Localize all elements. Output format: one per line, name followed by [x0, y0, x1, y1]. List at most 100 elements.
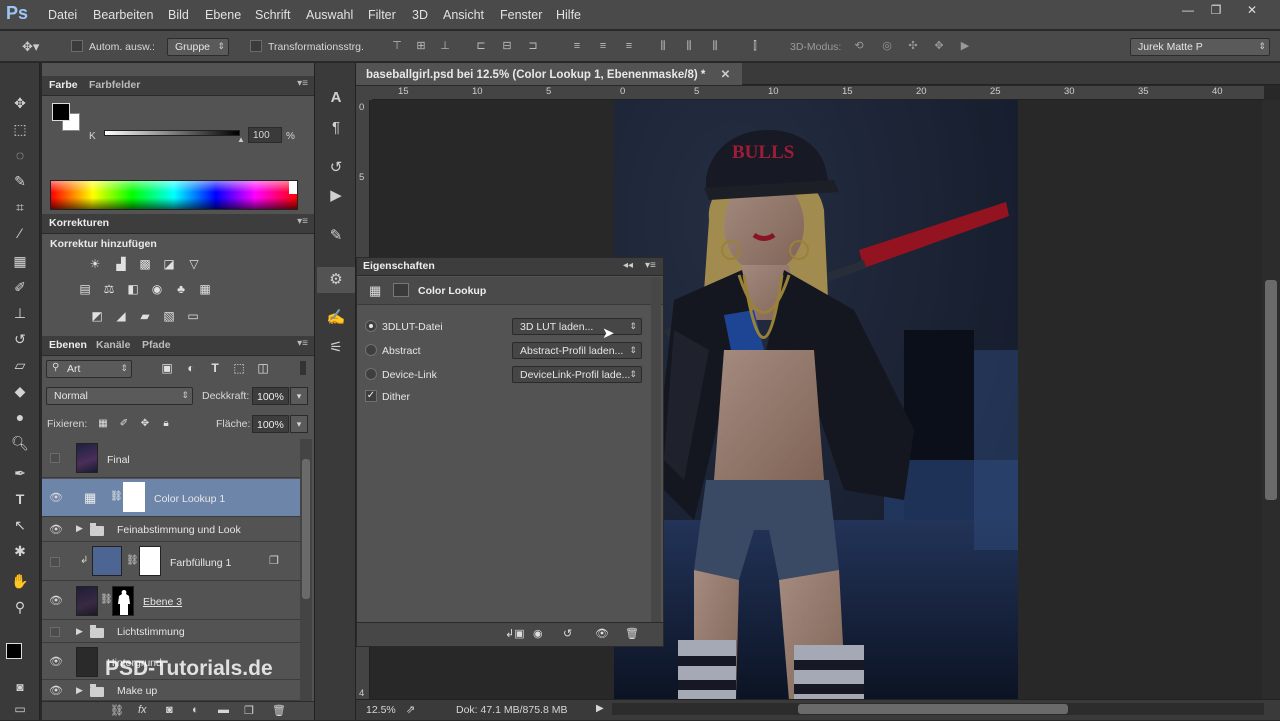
threshold-adjust-icon[interactable]: ▰	[136, 309, 154, 323]
tab-ebenen[interactable]: Ebenen	[49, 339, 87, 351]
menu-ansicht[interactable]: Ansicht	[443, 8, 484, 22]
blur-tool-icon[interactable]: ●	[8, 405, 32, 429]
lock-transparent-icon[interactable]: ▦	[94, 417, 112, 431]
close-window-button[interactable]: ✕	[1238, 2, 1266, 18]
3d-roll-icon[interactable]: ◎	[880, 39, 894, 53]
3d-rotate-icon[interactable]: ⟲	[852, 39, 866, 53]
minimize-button[interactable]: —	[1174, 2, 1202, 18]
align-right-icon[interactable]: ⊐	[526, 39, 540, 53]
document-horizontal-scrollbar[interactable]	[612, 703, 1264, 715]
layer-row-lichtstimmung[interactable]: ▶ Lichtstimmung	[42, 621, 300, 643]
tab-korrekturen[interactable]: Korrekturen	[49, 217, 109, 229]
foreground-color-chip[interactable]	[52, 103, 70, 121]
panel-menu-icon[interactable]: ▾≡	[297, 78, 308, 89]
visibility-toggle[interactable]	[50, 557, 60, 567]
chain-link-icon[interactable]: ⛓	[110, 491, 123, 502]
crop-tool-icon[interactable]: ⌗	[8, 195, 32, 219]
abstract-dropdown[interactable]: Abstract-Profil laden...	[512, 342, 642, 359]
properties-scrollbar[interactable]	[651, 278, 661, 623]
quick-mask-icon[interactable]: ◙	[8, 675, 32, 699]
filter-smart-icon[interactable]: ◫	[254, 361, 272, 375]
paint-bucket-icon[interactable]: ◆	[8, 379, 32, 403]
menu-3d[interactable]: 3D	[412, 8, 428, 22]
distribute-right-icon[interactable]: ⫼	[708, 39, 722, 53]
panel-menu-icon[interactable]: ▾≡	[645, 260, 656, 271]
curves-adjust-icon[interactable]: ▩	[136, 257, 154, 271]
photo-filter-icon[interactable]: ◉	[148, 282, 166, 296]
tab-kanaele[interactable]: Kanäle	[96, 339, 130, 351]
canvas-image[interactable]: BULLS	[614, 100, 1018, 700]
layer-mask-thumbnail[interactable]	[112, 586, 134, 616]
new-group-icon[interactable]: ▬	[218, 704, 229, 716]
menu-fenster[interactable]: Fenster	[500, 8, 542, 22]
vibrance-adjust-icon[interactable]: ▽	[185, 257, 203, 271]
eye-icon[interactable]: 👁︎	[48, 594, 64, 608]
auto-align-icon[interactable]: ⫿	[748, 39, 762, 53]
pen-tool-icon[interactable]: ✒	[8, 461, 32, 485]
filter-adjust-icon[interactable]: ◐	[182, 361, 200, 375]
blend-mode-dropdown[interactable]: Normal	[46, 387, 193, 405]
layers-scrollbar[interactable]	[300, 439, 312, 701]
menu-bild[interactable]: Bild	[168, 8, 189, 22]
menu-schrift[interactable]: Schrift	[255, 8, 290, 22]
color-lookup-adjust-icon[interactable]: ▦	[196, 282, 214, 296]
marquee-tool-icon[interactable]: ⬚	[8, 117, 32, 141]
move-tool-icon[interactable]: ✥▾	[22, 39, 39, 55]
history-brush-icon[interactable]: ↺	[8, 327, 32, 351]
distribute-top-icon[interactable]: ≡	[570, 39, 584, 53]
status-menu-arrow-icon[interactable]: ▶	[596, 703, 604, 714]
restore-button[interactable]: ❐	[1202, 2, 1230, 18]
character-panel-icon[interactable]: A	[317, 85, 355, 111]
color-balance-icon[interactable]: ⚖	[100, 282, 118, 296]
history-panel-icon[interactable]: ↺	[317, 155, 355, 181]
slider-handle-icon[interactable]: ▲	[237, 135, 245, 144]
lock-image-icon[interactable]: ✐	[115, 417, 133, 431]
menu-filter[interactable]: Filter	[368, 8, 396, 22]
opacity-input[interactable]: 100%	[252, 387, 289, 405]
filter-pixel-icon[interactable]: ▣	[158, 361, 176, 375]
add-mask-icon[interactable]: ◙	[166, 704, 173, 716]
align-bottom-icon[interactable]: ⊥	[438, 39, 452, 53]
lock-position-icon[interactable]: ✥	[136, 417, 154, 431]
3d-slide-icon[interactable]: ✥	[932, 39, 946, 53]
align-left-icon[interactable]: ⊏	[474, 39, 488, 53]
lasso-tool-icon[interactable]: ◌	[8, 143, 32, 167]
layers-scroll-thumb[interactable]	[302, 459, 310, 599]
opacity-dropdown-icon[interactable]: ▾	[290, 387, 308, 405]
clip-to-layer-icon[interactable]: ↲▣	[505, 627, 525, 640]
lock-all-icon[interactable]: 🔒︎	[157, 417, 175, 431]
visibility-eye-icon[interactable]: 👁︎	[595, 627, 609, 640]
exposure-adjust-icon[interactable]: ◪	[160, 257, 178, 271]
tool-presets-icon[interactable]: ✎	[317, 223, 355, 249]
tab-eigenschaften[interactable]: Eigenschaften	[363, 260, 435, 272]
eye-icon[interactable]: 👁︎	[48, 655, 64, 669]
foreground-color-swatch[interactable]	[6, 643, 22, 659]
3d-drag-icon[interactable]: ✣	[906, 39, 920, 53]
filter-type-icon[interactable]: T	[206, 361, 224, 375]
mask-properties-icon[interactable]	[393, 283, 409, 297]
brush-tool-icon[interactable]: ✐	[8, 275, 32, 299]
menu-bearbeiten[interactable]: Bearbeiten	[93, 8, 153, 22]
menu-auswahl[interactable]: Auswahl	[306, 8, 353, 22]
layer-name[interactable]: Feinabstimmung und Look	[117, 524, 241, 536]
layer-name[interactable]: Color Lookup 1	[154, 493, 225, 505]
gradient-map-icon[interactable]: ▧	[160, 309, 178, 323]
distribute-bottom-icon[interactable]: ≡	[622, 39, 636, 53]
levels-adjust-icon[interactable]: ▟	[112, 257, 130, 271]
expand-arrow-icon[interactable]: ▶	[76, 523, 83, 534]
layer-row-final[interactable]: Final	[42, 439, 300, 478]
type-tool-icon[interactable]: T	[8, 487, 32, 511]
layer-mask-thumbnail[interactable]	[123, 482, 145, 512]
share-icon[interactable]: ⇗	[406, 703, 415, 716]
hue-saturation-icon[interactable]: ▤	[76, 282, 94, 296]
actions-panel-icon[interactable]: ▶	[317, 183, 355, 209]
eraser-tool-icon[interactable]: ▱	[8, 353, 32, 377]
layer-name[interactable]: Make up	[117, 685, 157, 697]
filter-toggle-switch[interactable]	[300, 361, 306, 375]
posterize-adjust-icon[interactable]: ◢	[112, 309, 130, 323]
color-lookup-icon[interactable]: ▦	[369, 283, 381, 299]
dodge-tool-icon[interactable]: 🔍︎	[8, 431, 32, 455]
layer-row-ebene3[interactable]: 👁︎ ⛓ Ebene 3	[42, 582, 300, 620]
brightness-adjust-icon[interactable]: ☀	[86, 257, 104, 271]
layer-name[interactable]: Ebene 3	[143, 596, 182, 608]
